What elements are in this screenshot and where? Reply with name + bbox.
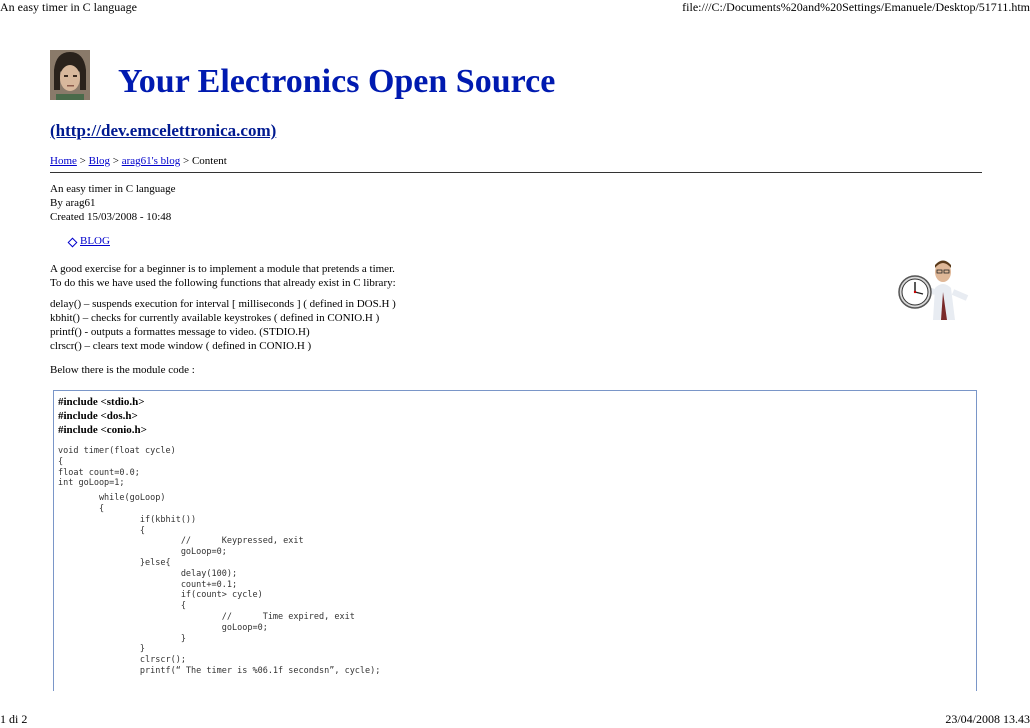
code-line: printf(“ The timer is %06.1f secondsn”, …: [58, 666, 381, 676]
code-include: #include <dos.h>: [58, 410, 138, 422]
article-author: By arag61: [50, 197, 96, 209]
print-header-url: file:///C:/Documents%20and%20Settings/Em…: [682, 0, 1030, 14]
tag-blog-link[interactable]: BLOG: [80, 235, 110, 247]
code-line: while(goLoop): [58, 493, 166, 504]
breadcrumb-separator: >: [112, 155, 119, 167]
breadcrumb-user-blog-link[interactable]: arag61's blog: [122, 155, 181, 167]
breadcrumb: Home > Blog > arag61's blog > Content: [50, 155, 227, 167]
function-description: delay() – suspends execution for interva…: [50, 298, 396, 310]
code-line: {: [58, 525, 145, 536]
diamond-bullet-icon: [67, 237, 78, 248]
code-line: {: [58, 601, 186, 612]
code-line: if(kbhit()): [58, 514, 197, 525]
function-description: clrscr() – clears text mode window ( def…: [50, 340, 312, 352]
code-line: count+=0.1;: [58, 579, 238, 590]
function-description: printf() - outputs a formattes message t…: [50, 326, 310, 338]
site-title: Your Electronics Open Source: [118, 63, 556, 100]
code-line: goLoop=0;: [58, 547, 227, 558]
code-line: delay(100);: [58, 568, 238, 579]
breadcrumb-separator: >: [182, 155, 190, 167]
code-include: #include <stdio.h>: [58, 396, 145, 408]
print-footer-page: 1 di 2: [0, 712, 28, 726]
code-line: }: [58, 644, 145, 655]
code-line: // Keypressed, exit: [58, 536, 304, 547]
code-line: if(count> cycle): [58, 590, 263, 601]
site-url-link[interactable]: (http://dev.emcelettronica.com): [50, 121, 276, 141]
intro-line: To do this we have used the following fu…: [50, 277, 396, 289]
code-line: goLoop=0;: [58, 622, 268, 633]
breadcrumb-current: Content: [191, 155, 227, 167]
code-line: }else{: [58, 558, 171, 568]
breadcrumb-separator: >: [79, 155, 86, 167]
code-line: // Time expired, exit: [58, 612, 355, 622]
code-line: float count=0.0;: [58, 467, 140, 478]
print-header-title: An easy timer in C language: [0, 0, 137, 14]
code-line: void timer(float cycle): [58, 446, 176, 456]
code-line: {: [58, 504, 105, 514]
code-intro: Below there is the module code :: [50, 364, 195, 376]
intro-line: A good exercise for a beginner is to imp…: [50, 263, 395, 275]
code-line: int goLoop=1;: [58, 478, 125, 489]
man-with-clock-image: [893, 258, 983, 320]
article-created: Created 15/03/2008 - 10:48: [50, 211, 172, 223]
code-include: #include <conio.h>: [58, 424, 147, 436]
breadcrumb-home-link[interactable]: Home: [50, 155, 77, 167]
print-footer-datetime: 23/04/2008 13.43: [945, 712, 1030, 726]
author-avatar: [50, 50, 90, 100]
article-title: An easy timer in C language: [50, 183, 176, 195]
function-description: kbhit() – checks for currently available…: [50, 312, 380, 324]
code-line: {: [58, 456, 64, 467]
header-divider: [50, 172, 982, 173]
breadcrumb-blog-link[interactable]: Blog: [89, 155, 110, 167]
code-line: clrscr();: [58, 655, 186, 666]
code-line: }: [58, 633, 186, 644]
